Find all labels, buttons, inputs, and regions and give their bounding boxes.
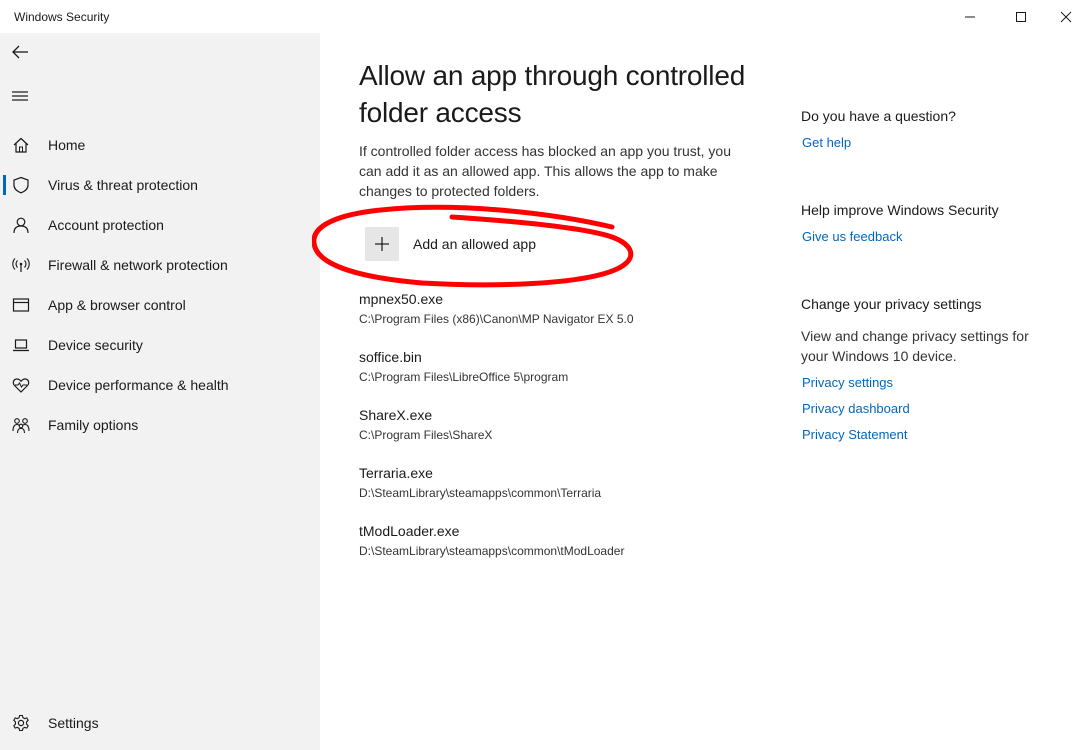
sidebar: Home Virus & threat protection Account p…	[0, 33, 320, 750]
allowed-app-item[interactable]: Terraria.exe D:\SteamLibrary\steamapps\c…	[359, 464, 779, 501]
active-indicator	[3, 175, 6, 195]
page-title: Allow an app through controlled folder a…	[359, 60, 746, 128]
app-path: D:\SteamLibrary\steamapps\common\tModLoa…	[359, 544, 625, 558]
app-name: mpnex50.exe	[359, 291, 444, 307]
hamburger-icon	[12, 91, 28, 101]
menu-button[interactable]	[8, 85, 32, 107]
app-path: C:\Program Files (x86)\Canon\MP Navigato…	[359, 312, 634, 326]
sidebar-item-firewall-network-protection[interactable]: Firewall & network protection	[0, 247, 320, 283]
settings-label: Settings	[48, 715, 99, 731]
question-title: Do you have a question?	[801, 108, 956, 124]
home-icon	[10, 134, 32, 156]
app-window-icon	[10, 294, 32, 316]
sidebar-item-device-security[interactable]: Device security	[0, 327, 320, 363]
sidebar-item-label: Device security	[48, 337, 143, 353]
app-name: tModLoader.exe	[359, 523, 460, 539]
sidebar-item-label: Account protection	[48, 217, 164, 233]
app-path: C:\Program Files\ShareX	[359, 428, 493, 442]
heart-pulse-icon	[10, 374, 32, 396]
plus-icon	[365, 227, 399, 261]
improve-title: Help improve Windows Security	[801, 202, 999, 218]
minimize-button[interactable]	[946, 0, 994, 33]
sidebar-item-label: Device performance & health	[48, 377, 229, 393]
app-name: Terraria.exe	[359, 465, 433, 481]
sidebar-item-settings[interactable]: Settings	[0, 705, 320, 741]
allowed-app-item[interactable]: tModLoader.exe D:\SteamLibrary\steamapps…	[359, 522, 779, 559]
privacy-title: Change your privacy settings	[801, 296, 982, 312]
laptop-icon	[10, 334, 32, 356]
main-content: Allow an app through controlled folder a…	[312, 33, 1090, 750]
maximize-button[interactable]	[997, 0, 1045, 33]
privacy-statement-link[interactable]: Privacy Statement	[802, 427, 908, 442]
sidebar-item-label: App & browser control	[48, 297, 186, 313]
add-allowed-app-label: Add an allowed app	[413, 236, 536, 252]
get-help-link[interactable]: Get help	[802, 135, 851, 150]
allowed-app-item[interactable]: ShareX.exe C:\Program Files\ShareX	[359, 406, 779, 443]
app-path: D:\SteamLibrary\steamapps\common\Terrari…	[359, 486, 602, 500]
privacy-dashboard-link[interactable]: Privacy dashboard	[802, 401, 910, 416]
allowed-app-item[interactable]: soffice.bin C:\Program Files\LibreOffice…	[359, 348, 779, 385]
add-allowed-app-button[interactable]: Add an allowed app	[365, 226, 536, 262]
family-icon	[10, 414, 32, 436]
maximize-icon	[1016, 11, 1026, 22]
sidebar-item-label: Firewall & network protection	[48, 257, 228, 273]
sidebar-item-home[interactable]: Home	[0, 127, 320, 163]
app-name: ShareX.exe	[359, 407, 433, 423]
privacy-description: View and change privacy settings for you…	[801, 328, 1029, 364]
sidebar-item-device-performance-health[interactable]: Device performance & health	[0, 367, 320, 403]
person-icon	[10, 214, 32, 236]
antenna-icon	[10, 254, 32, 276]
sidebar-item-label: Home	[48, 137, 86, 153]
sidebar-item-family-options[interactable]: Family options	[0, 407, 320, 443]
app-name: soffice.bin	[359, 349, 422, 365]
title-bar: Windows Security	[0, 0, 1090, 33]
minimize-icon	[965, 16, 975, 17]
give-feedback-link[interactable]: Give us feedback	[802, 229, 902, 244]
back-arrow-icon	[12, 45, 28, 59]
back-button[interactable]	[8, 41, 32, 63]
page-description: If controlled folder access has blocked …	[359, 143, 731, 199]
sidebar-item-virus-threat-protection[interactable]: Virus & threat protection	[0, 167, 320, 203]
sidebar-item-account-protection[interactable]: Account protection	[0, 207, 320, 243]
allowed-app-item[interactable]: mpnex50.exe C:\Program Files (x86)\Canon…	[359, 290, 779, 327]
sidebar-item-app-browser-control[interactable]: App & browser control	[0, 287, 320, 323]
close-icon	[1060, 11, 1072, 22]
gear-icon	[10, 712, 32, 734]
sidebar-item-label: Family options	[48, 417, 139, 433]
sidebar-item-label: Virus & threat protection	[48, 177, 198, 193]
close-button[interactable]	[1042, 0, 1090, 33]
window-title: Windows Security	[14, 10, 110, 24]
app-path: C:\Program Files\LibreOffice 5\program	[359, 370, 569, 384]
shield-icon	[10, 174, 32, 196]
privacy-settings-link[interactable]: Privacy settings	[802, 375, 893, 390]
